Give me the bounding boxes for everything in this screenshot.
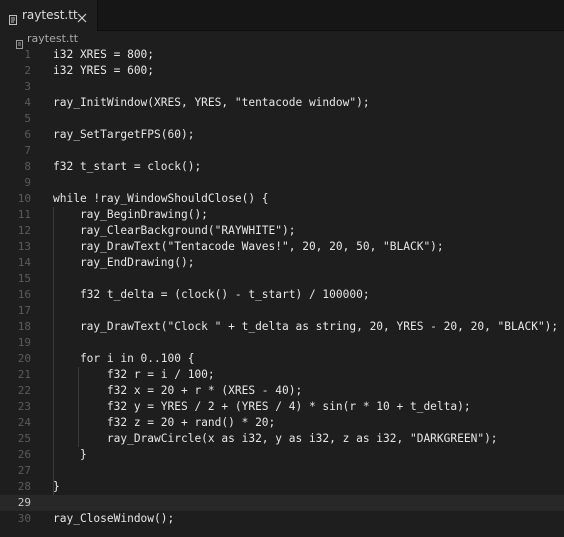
code-line[interactable]: 19 <box>0 335 564 351</box>
code-line[interactable]: 8 f32 t_start = clock(); <box>0 159 564 175</box>
code-line[interactable]: 26 } <box>0 447 564 463</box>
code-line[interactable]: 5 <box>0 111 564 127</box>
code-text[interactable]: f32 y = YRES / 2 + (YRES / 4) * sin(r * … <box>53 399 471 415</box>
line-number: 1 <box>24 48 31 61</box>
line-number: 4 <box>24 96 31 109</box>
code-line[interactable]: 1 i32 XRES = 800; <box>0 47 564 63</box>
line-number: 14 <box>17 256 31 269</box>
code-text[interactable]: ray_DrawCircle(x as i32, y as i32, z as … <box>53 431 498 447</box>
line-number: 23 <box>17 400 31 413</box>
code-line[interactable]: 21 f32 r = i / 100; <box>0 367 564 383</box>
line-number: 28 <box>17 480 31 493</box>
line-number: 29 <box>17 496 31 509</box>
indent-guide <box>78 367 79 447</box>
line-number: 17 <box>17 304 31 317</box>
line-number: 11 <box>17 208 31 221</box>
code-line[interactable]: 29 <box>0 495 564 511</box>
code-line[interactable]: 22 f32 x = 20 + r * (XRES - 40); <box>0 383 564 399</box>
code-text[interactable]: ray_SetTargetFPS(60); <box>53 127 194 143</box>
line-number: 13 <box>17 240 31 253</box>
breadcrumb[interactable]: raytest.tt <box>0 31 564 49</box>
line-number: 26 <box>17 448 31 461</box>
code-line[interactable]: 28} <box>0 479 564 495</box>
code-line[interactable]: 27 <box>0 463 564 479</box>
code-area[interactable]: 30 ray_CloseWindow(); 29 28} 27 26 } 25 ray_Dr… <box>0 47 564 537</box>
code-text[interactable]: ray_ClearBackground("RAYWHITE"); <box>53 223 296 239</box>
line-number: 15 <box>17 272 31 285</box>
line-number: 27 <box>17 464 31 477</box>
code-line[interactable]: 4 ray_InitWindow(XRES, YRES, "tentacode w… <box>0 95 564 111</box>
line-number: 24 <box>17 416 31 429</box>
code-editor-window: raytest.tt raytest.tt 30 ray_CloseWindow(… <box>0 0 564 537</box>
line-number: 21 <box>17 368 31 381</box>
code-text[interactable]: i32 YRES = 600; <box>53 63 154 79</box>
file-icon <box>9 10 17 25</box>
line-number: 5 <box>24 112 31 125</box>
line-number: 6 <box>24 128 31 141</box>
tab-raytest[interactable]: raytest.tt <box>0 0 98 31</box>
line-number: 22 <box>17 384 31 397</box>
code-line[interactable]: 6 ray_SetTargetFPS(60); <box>0 127 564 143</box>
code-text[interactable]: } <box>53 479 60 495</box>
line-number: 10 <box>17 192 31 205</box>
tab-bar: raytest.tt <box>0 0 564 31</box>
line-number: 8 <box>24 160 31 173</box>
code-line[interactable]: 12 ray_ClearBackground("RAYWHITE"); <box>0 223 564 239</box>
code-text[interactable]: f32 t_delta = (clock() - t_start) / 1000… <box>53 287 370 303</box>
code-text[interactable]: ray_DrawText("Clock " + t_delta as strin… <box>53 319 558 335</box>
code-text[interactable]: ray_CloseWindow(); <box>53 511 174 527</box>
line-number: 25 <box>17 432 31 445</box>
line-number: 12 <box>17 224 31 237</box>
code-line[interactable]: 7 <box>0 143 564 159</box>
indent-guide <box>53 207 54 495</box>
code-text[interactable]: f32 t_start = clock(); <box>53 159 201 175</box>
tab-label: raytest.tt <box>22 8 78 22</box>
code-line[interactable]: 23 f32 y = YRES / 2 + (YRES / 4) * sin(r… <box>0 399 564 415</box>
code-line[interactable]: 24 f32 z = 20 + rand() * 20; <box>0 415 564 431</box>
file-icon <box>16 34 23 49</box>
line-number: 16 <box>17 288 31 301</box>
code-line[interactable]: 9 <box>0 175 564 191</box>
line-number: 9 <box>24 176 31 189</box>
line-number: 3 <box>24 80 31 93</box>
code-text[interactable]: for i in 0..100 { <box>53 351 195 367</box>
code-line[interactable]: 25 ray_DrawCircle(x as i32, y as i32, z … <box>0 431 564 447</box>
line-number: 30 <box>17 512 31 525</box>
code-text[interactable]: ray_InitWindow(XRES, YRES, "tentacode wi… <box>53 95 370 111</box>
code-line[interactable]: 10 while !ray_WindowShouldClose() { <box>0 191 564 207</box>
code-text[interactable]: f32 x = 20 + r * (XRES - 40); <box>53 383 302 399</box>
code-text[interactable]: i32 XRES = 800; <box>53 47 154 63</box>
code-line[interactable]: 30 ray_CloseWindow(); <box>0 511 564 527</box>
code-line[interactable]: 3 <box>0 79 564 95</box>
code-line[interactable]: 20 for i in 0..100 { <box>0 351 564 367</box>
line-number: 20 <box>17 352 31 365</box>
code-line[interactable]: 18 ray_DrawText("Clock " + t_delta as st… <box>0 319 564 335</box>
line-number: 18 <box>17 320 31 333</box>
code-line[interactable]: 13 ray_DrawText("Tentacode Waves!", 20, … <box>0 239 564 255</box>
code-line[interactable]: 11 ray_BeginDrawing(); <box>0 207 564 223</box>
code-line[interactable]: 17 <box>0 303 564 319</box>
close-icon[interactable] <box>76 9 88 23</box>
line-number: 7 <box>24 144 31 157</box>
breadcrumb-label: raytest.tt <box>27 32 79 45</box>
code-line[interactable]: 14 ray_EndDrawing(); <box>0 255 564 271</box>
line-number: 2 <box>24 64 31 77</box>
code-text[interactable]: } <box>53 447 87 463</box>
code-text[interactable]: ray_EndDrawing(); <box>53 255 195 271</box>
code-line[interactable]: 15 <box>0 271 564 287</box>
code-text[interactable]: while !ray_WindowShouldClose() { <box>53 191 269 207</box>
code-text[interactable]: ray_DrawText("Tentacode Waves!", 20, 20,… <box>53 239 444 255</box>
line-number: 19 <box>17 336 31 349</box>
code-text[interactable]: f32 z = 20 + rand() * 20; <box>53 415 275 431</box>
code-line[interactable]: 16 f32 t_delta = (clock() - t_start) / 1… <box>0 287 564 303</box>
code-text[interactable]: ray_BeginDrawing(); <box>53 207 208 223</box>
code-line[interactable]: 2 i32 YRES = 600; <box>0 63 564 79</box>
